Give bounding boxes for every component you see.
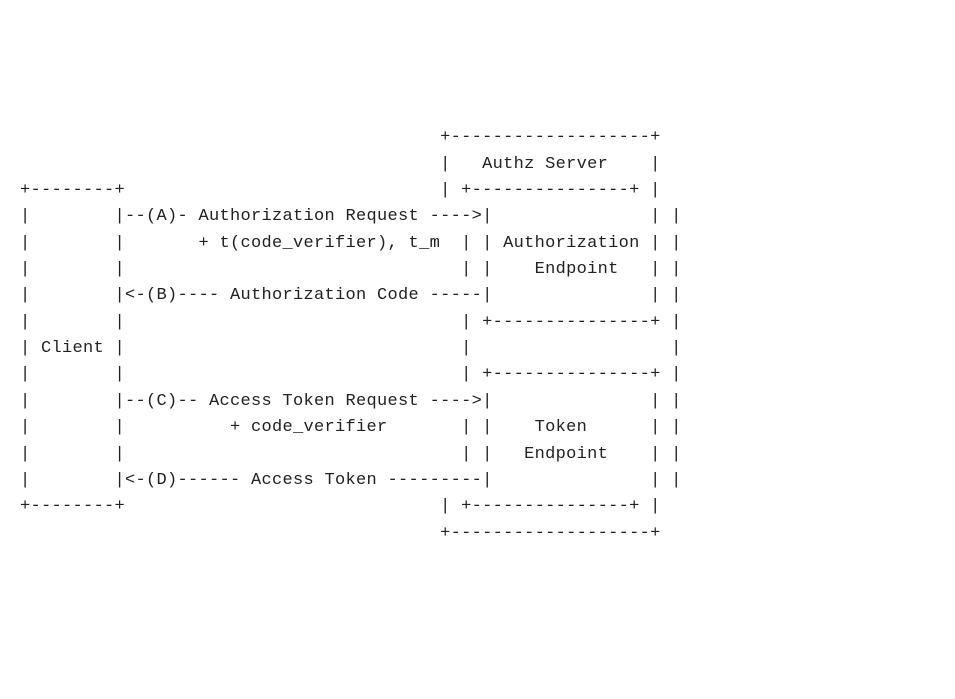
pkce-flow-diagram: +-------------------+ | Authz Server | +… (20, 125, 935, 547)
